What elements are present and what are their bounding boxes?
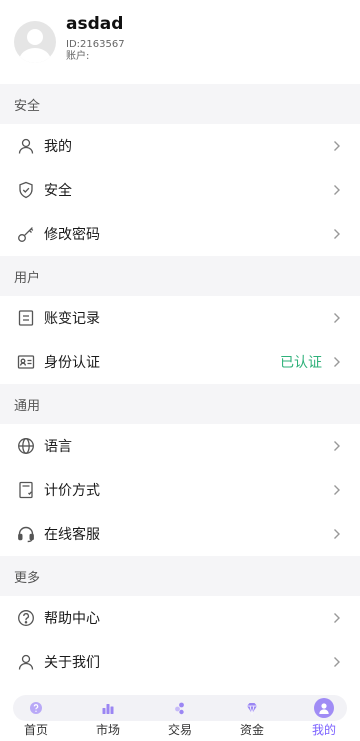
headset-icon <box>16 524 36 544</box>
menu-item-label: 语言 <box>44 439 72 455</box>
globe-icon <box>16 436 36 456</box>
section-header-more: 更多 <box>0 556 360 596</box>
avatar[interactable] <box>14 21 56 63</box>
section-header-user: 用户 <box>0 256 360 296</box>
chevron-right-icon <box>332 311 342 325</box>
menu-item-account-records[interactable]: 账变记录 <box>0 296 360 340</box>
menu-item-mine[interactable]: 我的 <box>0 124 360 168</box>
chevron-right-icon <box>332 183 342 197</box>
verified-status: 已认证 <box>280 355 322 371</box>
home-icon <box>26 698 46 718</box>
section-header-security: 安全 <box>0 84 360 124</box>
shield-icon <box>16 180 36 200</box>
user-icon <box>16 136 36 156</box>
menu-item-label: 关于我们 <box>44 655 100 671</box>
bar-chart-icon <box>98 698 118 718</box>
menu-item-identity-verification[interactable]: 身份认证 已认证 <box>0 340 360 384</box>
tab-home[interactable]: 首页 <box>6 695 66 737</box>
user-id: ID:2163567 <box>66 38 125 50</box>
menu-item-about-us[interactable]: 关于我们 <box>0 640 360 684</box>
document-icon <box>16 308 36 328</box>
profile-icon <box>314 698 334 718</box>
menu-item-label: 帮助中心 <box>44 611 100 627</box>
menu-item-label: 账变记录 <box>44 311 100 327</box>
menu-item-label: 我的 <box>44 139 72 155</box>
question-icon <box>16 608 36 628</box>
bottom-tab-bar: 首页 市场 交易 资金 我的 <box>13 695 347 741</box>
exchange-icon <box>170 698 190 718</box>
profile-header[interactable]: asdad ID:2163567 账户: <box>0 0 360 84</box>
menu-item-help-center[interactable]: 帮助中心 <box>0 596 360 640</box>
chevron-right-icon <box>332 655 342 669</box>
section-header-general: 通用 <box>0 384 360 424</box>
diamond-icon <box>242 698 262 718</box>
account-label: 账户: <box>66 50 90 62</box>
id-card-icon <box>16 352 36 372</box>
profile-info: asdad ID:2163567 账户: <box>66 14 125 63</box>
menu-item-change-password[interactable]: 修改密码 <box>0 212 360 256</box>
menu-item-label: 身份认证 <box>44 355 100 371</box>
chevron-right-icon <box>332 527 342 541</box>
menu-item-label: 修改密码 <box>44 227 100 243</box>
calculator-icon <box>16 480 36 500</box>
menu-item-security[interactable]: 安全 <box>0 168 360 212</box>
tab-label: 市场 <box>95 723 120 737</box>
tab-label: 资金 <box>239 723 264 737</box>
tab-market[interactable]: 市场 <box>78 695 138 737</box>
tab-mine[interactable]: 我的 <box>294 695 354 737</box>
user-icon <box>16 652 36 672</box>
chevron-right-icon <box>332 227 342 241</box>
tab-label: 交易 <box>167 723 192 737</box>
menu-item-label: 安全 <box>44 183 72 199</box>
username: asdad <box>66 13 124 34</box>
menu-item-label: 在线客服 <box>44 527 100 543</box>
menu-item-label: 计价方式 <box>44 483 100 499</box>
tab-label: 我的 <box>311 723 336 737</box>
chevron-right-icon <box>332 439 342 453</box>
menu-item-language[interactable]: 语言 <box>0 424 360 468</box>
chevron-right-icon <box>332 611 342 625</box>
key-icon <box>16 224 36 244</box>
menu-item-online-support[interactable]: 在线客服 <box>0 512 360 556</box>
menu-item-pricing-method[interactable]: 计价方式 <box>0 468 360 512</box>
chevron-right-icon <box>332 355 342 369</box>
tab-funds[interactable]: 资金 <box>222 695 282 737</box>
tab-label: 首页 <box>23 723 48 737</box>
tab-trade[interactable]: 交易 <box>150 695 210 737</box>
chevron-right-icon <box>332 483 342 497</box>
chevron-right-icon <box>332 139 342 153</box>
